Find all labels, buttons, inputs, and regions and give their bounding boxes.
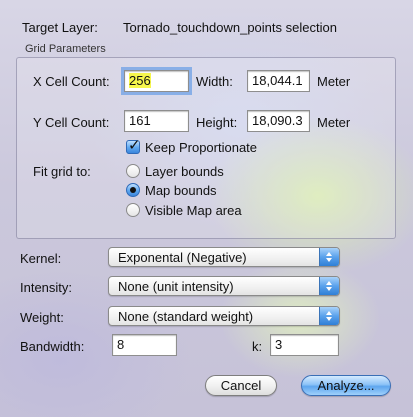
keep-proportionate-checkbox[interactable]: ✓ (126, 137, 141, 154)
target-layer-value: Tornado_touchdown_points selection (123, 20, 337, 35)
target-layer-label: Target Layer: (22, 20, 98, 35)
height-label: Height: (196, 115, 238, 130)
y-cell-count-input[interactable]: 161 (124, 110, 189, 132)
y-cell-count-label: Y Cell Count: (33, 115, 110, 130)
checkmark-icon: ✓ (128, 137, 141, 154)
x-cell-count-value: 256 (129, 73, 151, 88)
kernel-label: Kernel: (20, 251, 62, 266)
radio-visible-map-area[interactable] (126, 203, 140, 217)
height-input[interactable]: 18,090.3 (247, 110, 310, 132)
grid-parameters-title: Grid Parameters (25, 43, 106, 55)
popup-arrows-icon (319, 307, 339, 325)
analyze-button[interactable]: Analyze... (301, 375, 391, 396)
fit-grid-label: Fit grid to: (33, 164, 91, 179)
weight-popup-value: None (standard weight) (118, 309, 254, 324)
radio-dot-icon (130, 187, 136, 193)
radio-map-bounds[interactable] (126, 183, 140, 197)
bandwidth-label: Bandwidth: (20, 339, 85, 354)
kernel-popup[interactable]: Exponental (Negative) (108, 247, 340, 267)
height-unit: Meter (317, 115, 351, 130)
cancel-button[interactable]: Cancel (205, 375, 277, 396)
radio-map-bounds-label: Map bounds (145, 183, 217, 198)
x-cell-count-input[interactable]: 256 (124, 70, 189, 92)
kernel-popup-value: Exponental (Negative) (118, 250, 247, 265)
weight-popup[interactable]: None (standard weight) (108, 306, 340, 326)
width-unit: Meter (317, 74, 351, 89)
keep-proportionate-label: Keep Proportionate (145, 140, 258, 155)
intensity-popup[interactable]: None (unit intensity) (108, 276, 340, 296)
intensity-popup-value: None (unit intensity) (118, 279, 234, 294)
width-input[interactable]: 18,044.1 (247, 70, 310, 92)
k-label: k: (252, 339, 263, 354)
radio-visible-map-area-label: Visible Map area (145, 203, 242, 218)
popup-arrows-icon (319, 277, 339, 295)
radio-layer-bounds[interactable] (126, 164, 140, 178)
popup-arrows-icon (319, 248, 339, 266)
k-input[interactable]: 3 (270, 334, 339, 356)
bandwidth-input[interactable]: 8 (112, 334, 177, 356)
x-cell-count-label: X Cell Count: (33, 74, 110, 89)
width-label: Width: (196, 74, 233, 89)
weight-label: Weight: (20, 310, 64, 325)
intensity-label: Intensity: (20, 280, 73, 295)
radio-layer-bounds-label: Layer bounds (145, 164, 224, 179)
